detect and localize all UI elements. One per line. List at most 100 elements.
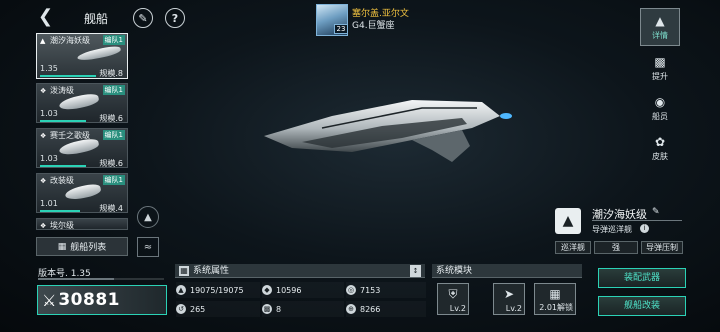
combat-power-value: 30881 [58,290,120,310]
ship-list-button[interactable]: ▦ 舰船列表 [36,237,128,256]
tab-label: 皮肤 [652,152,668,161]
fleet-filter-icon: ▲ [144,211,152,223]
shield-icon: ◎ [346,285,356,295]
tab-details[interactable]: ▲ 详情 [640,8,680,46]
details-icon: ▲ [655,14,665,28]
ship-tag: 巡洋舰 [555,241,591,254]
fleet-badge: 编队1 [102,35,125,45]
tab-label: 船员 [652,112,668,121]
missile-module-icon: ➤ [503,287,515,301]
crew-icon: ◉ [654,95,666,109]
ship-card-version: 1.01 [40,199,58,208]
ship-card[interactable]: ❖ 泼涛级 编队1 1.03 规模.6 [36,83,128,123]
filter-button[interactable]: ▲ [137,206,159,228]
attr-target: ⊕ 8266 [346,301,426,317]
ship-card-partial[interactable]: ❖ 埃尔级 [36,218,128,230]
target-icon: ⊕ [346,304,356,314]
speed-icon: ↺ [176,304,186,314]
version-progress-fill [38,278,114,280]
attr-value: 265 [190,304,206,314]
ship-card-progress [40,165,86,167]
ship-thumbnail [76,44,122,63]
ship-card[interactable]: ❖ 改装级 编队1 1.01 规模.4 [36,173,128,213]
ship-tag: 导弹压制 [641,241,683,254]
ship-card-scale: 规模.6 [99,114,123,123]
tab-label: 提升 [652,72,668,81]
expand-toggle-icon[interactable]: ↕ [410,265,421,277]
ship-card-version: 1.35 [40,64,58,73]
ship-list-label: 舰船列表 [70,243,107,253]
module-unlock-label: 2.01解锁 [539,303,573,312]
ship-card-progress [40,75,96,77]
ship-card-name: 潮汐海妖级 [50,36,90,45]
tab-crew[interactable]: ◉ 船员 [640,90,680,128]
cruiser-type-icon: ❖ [40,132,47,140]
skin-icon: ✿ [654,135,666,149]
compare-button[interactable]: ≈ [137,237,159,257]
back-button[interactable]: ❮ [38,8,56,26]
cruiser-type-icon: ❖ [40,87,47,95]
brush-button[interactable]: ✎ [133,8,153,28]
ship-card-version: 1.03 [40,154,58,163]
attr-armor: ◆ 10596 [262,282,344,298]
shield-module-icon: ⛨ [448,287,458,301]
ship-card-name: 改装级 [50,176,74,185]
armor-icon: ◆ [262,285,272,295]
fleet-badge: 编队1 [102,130,125,140]
commander-title: G4.巨蟹座 [352,21,395,31]
combat-power-box: ⚔ 30881 [37,285,167,315]
ship-card-version: 1.03 [40,109,58,118]
divider [592,220,682,221]
attr-speed: ↺ 265 [176,301,260,317]
attributes-icon: ▦ [179,266,189,276]
tab-skin[interactable]: ✿ 皮肤 [640,130,680,168]
module-level: Lv.2 [449,304,466,313]
equip-weapons-button[interactable]: 装配武器 [598,268,686,288]
ship-card-scale: 规模.4 [99,204,123,213]
module-level: Lv.2 [505,304,522,313]
attributes-header: 系统属性 [175,264,425,278]
ship-card-name: 埃尔级 [50,221,74,230]
cruiser-type-icon: ▲ [40,37,46,45]
ship-card-scale: 规模.8 [99,69,123,78]
upgrade-icon: ▩ [654,55,666,69]
commander-level-badge: 23 [334,24,348,34]
edit-icon[interactable]: ✎ [652,207,660,217]
attr-value: 8 [276,304,282,314]
attr-shield: ◎ 7153 [346,282,426,298]
help-button[interactable]: ? [165,8,185,28]
cruiser-type-icon: ❖ [40,222,47,230]
info-icon[interactable]: i [640,224,649,233]
cruiser-type-icon: ❖ [40,177,47,185]
locked-module-icon: ▦ [549,287,561,301]
ship-card-progress [40,120,86,122]
module-slot-locked[interactable]: ▦ 2.01解锁 [534,283,576,315]
fleet-badge: 编队1 [102,85,125,95]
attr-value: 10596 [276,285,302,295]
ship-card-scale: 规模.6 [99,159,123,168]
fleet-badge: 编队1 [102,175,125,185]
grid-icon: ▦ [57,241,67,252]
ship-class-icon: ▲ [555,208,581,234]
attr-value: 8266 [360,304,381,314]
ship-tag: 强 [594,241,638,254]
grid-icon: ▩ [262,304,272,314]
crossed-swords-icon: ⚔ [42,290,57,310]
ship-card[interactable]: ❖ 赛壬之歌级 编队1 1.03 规模.6 [36,128,128,168]
module-slot[interactable]: ➤ Lv.2 [493,283,525,315]
ship-modify-button[interactable]: 舰船改装 [598,296,686,316]
attr-value: 7153 [360,285,381,295]
tab-upgrade[interactable]: ▩ 提升 [640,50,680,88]
page-title: 舰船 [84,12,109,26]
ship-hero-image [264,100,512,162]
attr-grid: ▩ 8 [262,301,344,317]
modules-header: 系统模块 [432,264,582,278]
module-slot[interactable]: ⛨ Lv.2 [437,283,469,315]
attr-hull: ▲ 19075/19075 [176,282,260,298]
ship-card-selected[interactable]: ▲ 潮汐海妖级 编队1 1.35 规模.8 [36,33,128,79]
ship-card-name: 泼涛级 [50,86,74,95]
ship-role: 导弹巡洋舰 [592,225,632,234]
ship-card-progress [40,210,80,212]
brush-icon: ✎ [138,11,148,25]
chevron-left-icon: ❮ [38,6,54,27]
